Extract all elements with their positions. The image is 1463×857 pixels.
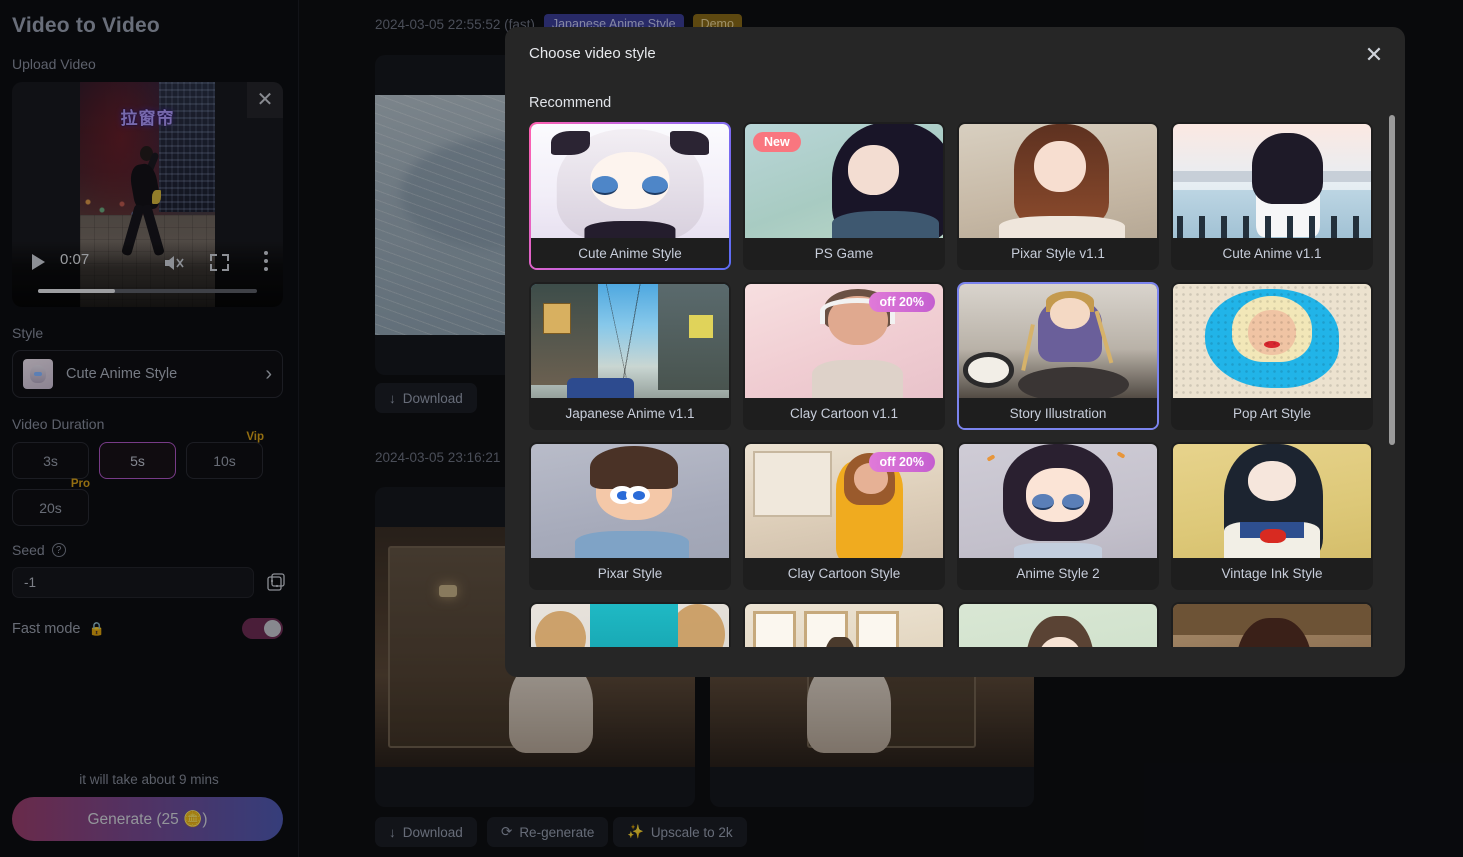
style-thumbnail [959,284,1157,402]
style-card-vintage-ink-style[interactable]: Vintage Ink Style [1171,442,1373,590]
style-card-ps-game[interactable]: New PS Game [743,122,945,270]
style-thumbnail [745,604,943,647]
style-card-label: Cute Anime v1.1 [1173,238,1371,268]
style-thumbnail [959,444,1157,562]
style-thumbnail [531,284,729,402]
style-thumbnail [531,444,729,562]
style-card-row4-4[interactable] [1171,602,1373,647]
style-card-label: Anime Style 2 [959,558,1157,588]
style-card-cute-anime-style[interactable]: Cute Anime Style [529,122,731,270]
style-thumbnail [1173,604,1371,647]
style-card-row4-1[interactable] [529,602,731,647]
style-card-pixar-style-v11[interactable]: Pixar Style v1.1 [957,122,1159,270]
style-thumbnail [1173,124,1371,242]
style-grid: Cute Anime Style New PS Game Pixar Style… [529,122,1381,647]
style-card-label: Vintage Ink Style [1173,558,1371,588]
discount-badge: off 20% [868,292,935,312]
modal-scrollbar[interactable] [1389,115,1395,585]
style-card-label: Pixar Style v1.1 [959,238,1157,268]
style-thumbnail [1173,284,1371,402]
style-card-label: Clay Cartoon Style [745,558,943,588]
modal-body: Recommend Cute Anime Style New PS Game P… [505,83,1405,647]
discount-badge: off 20% [868,452,935,472]
style-thumbnail [531,124,729,242]
style-card-cute-anime-v11[interactable]: Cute Anime v1.1 [1171,122,1373,270]
choose-video-style-modal: Choose video style ✕ Recommend Cute Anim… [505,27,1405,677]
style-thumbnail [959,124,1157,242]
style-card-row4-2[interactable] [743,602,945,647]
style-card-label: PS Game [745,238,943,268]
style-card-label: Story Illustration [959,398,1157,428]
scrollbar-thumb[interactable] [1389,115,1395,445]
style-thumbnail [531,604,729,647]
style-card-japanese-anime-v11[interactable]: Japanese Anime v1.1 [529,282,731,430]
style-card-label: Clay Cartoon v1.1 [745,398,943,428]
style-card-clay-cartoon-style[interactable]: off 20% Clay Cartoon Style [743,442,945,590]
style-card-label: Pixar Style [531,558,729,588]
modal-title: Choose video style [529,45,656,62]
style-thumbnail [959,604,1157,647]
style-thumbnail [1173,444,1371,562]
modal-header: Choose video style ✕ [505,27,1405,83]
style-card-anime-style-2[interactable]: Anime Style 2 [957,442,1159,590]
style-card-story-illustration[interactable]: Story Illustration [957,282,1159,430]
style-card-row4-3[interactable] [957,602,1159,647]
new-badge: New [753,132,801,152]
app-root: Video to Video Upload Video 拉窗帘 0:07 ✕ S… [0,0,1463,857]
close-icon[interactable]: ✕ [1360,41,1388,69]
style-card-pixar-style[interactable]: Pixar Style [529,442,731,590]
style-card-label: Japanese Anime v1.1 [531,398,729,428]
style-card-label: Pop Art Style [1173,398,1371,428]
style-card-label: Cute Anime Style [531,238,729,268]
group-title-recommend: Recommend [529,95,612,111]
style-card-clay-cartoon-v11[interactable]: off 20% Clay Cartoon v1.1 [743,282,945,430]
style-card-pop-art-style[interactable]: Pop Art Style [1171,282,1373,430]
